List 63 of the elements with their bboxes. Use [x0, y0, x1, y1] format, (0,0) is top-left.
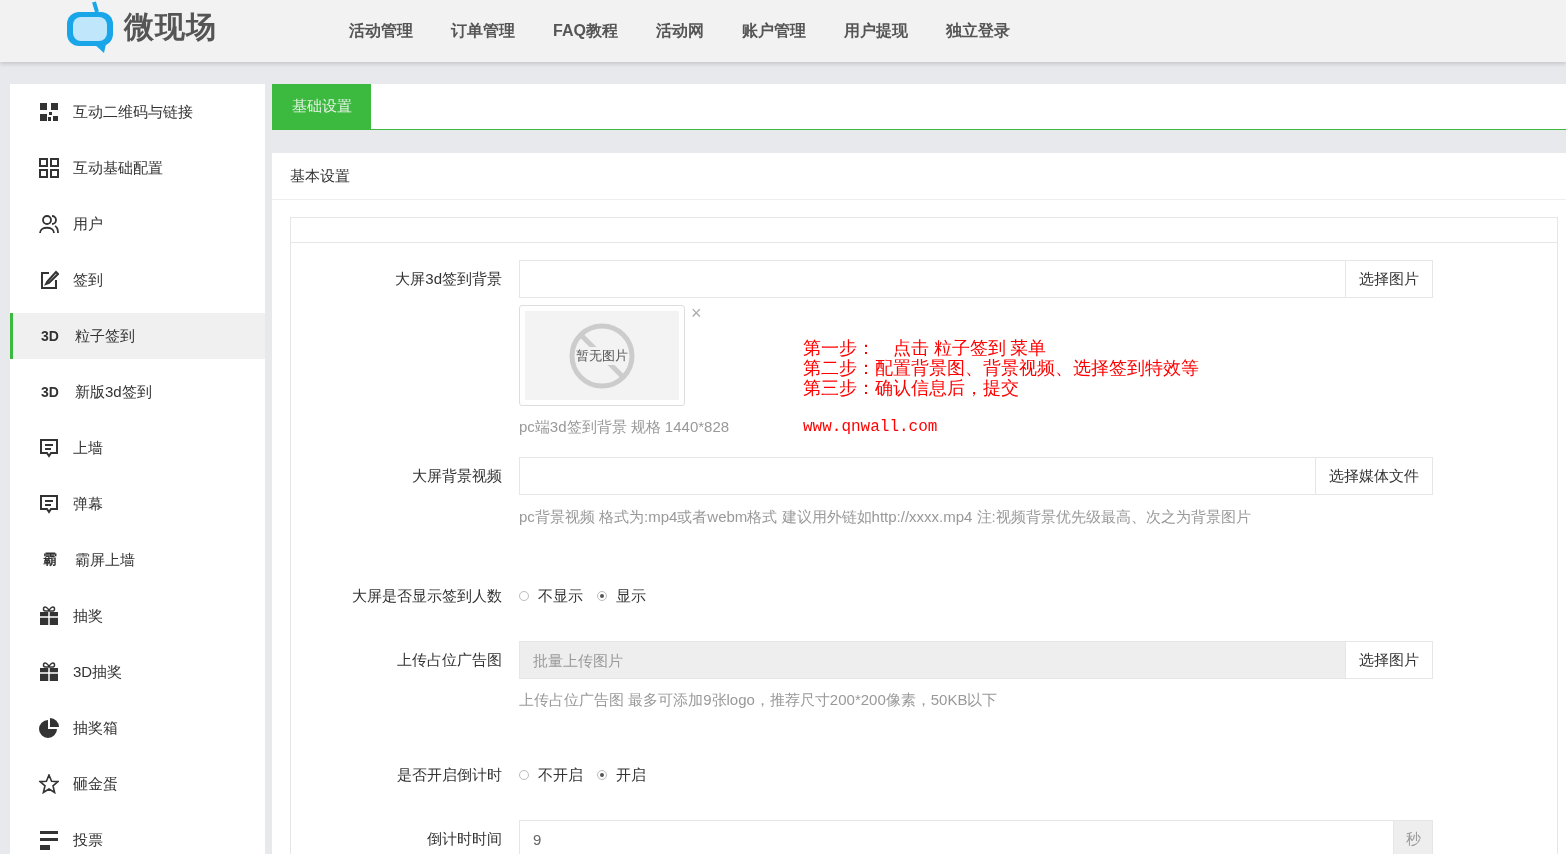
help-text: 上传占位广告图 最多可添加9张logo，推荐尺寸200*200像素，50KB以下 — [519, 691, 999, 710]
icon-glyph: 3D — [40, 328, 60, 344]
sidebar-item[interactable]: 签到 — [10, 252, 265, 308]
radio-label: 不开启 — [538, 765, 583, 785]
sidebar-item[interactable]: 用户 — [10, 196, 265, 252]
sidebar-item[interactable]: 投票 — [10, 812, 265, 854]
edit-icon — [39, 270, 59, 290]
instruction-text: 第二步：配置背景图、背景视频、选择签到特效等 — [803, 358, 1199, 378]
users-icon — [39, 214, 59, 234]
sidebar-item[interactable]: 互动基础配置 — [10, 140, 265, 196]
panel-title: 基本设置 — [272, 153, 1566, 200]
sidebar-item[interactable]: 抽奖箱 — [10, 700, 265, 756]
message-icon — [39, 438, 59, 458]
field-label: 大屏3d签到背景 — [394, 269, 503, 289]
instruction-text: 第三步：确认信息后，提交 — [803, 378, 1020, 398]
field-label: 大屏背景视频 — [411, 466, 503, 486]
logo-text: 微现场 — [124, 8, 217, 45]
gift-icon — [39, 662, 59, 682]
icon-glyph: 霸 — [42, 551, 58, 569]
instruction-text: 第一步： 点击 粒子签到 菜单 — [803, 338, 1047, 358]
message-icon — [39, 494, 59, 514]
nav-link[interactable]: 独立登录 — [945, 20, 1010, 42]
input-field[interactable] — [519, 457, 1316, 495]
nav-link[interactable]: 活动网 — [655, 20, 704, 42]
sidebar-item[interactable]: 3D 新版3d签到 — [10, 364, 265, 420]
unit-label: 秒 — [1394, 820, 1433, 854]
help-text: pc端3d签到背景 规格 1440*828 — [519, 418, 731, 437]
grid-icon — [39, 158, 59, 178]
nav-link[interactable]: 订单管理 — [451, 20, 515, 42]
nav-link[interactable]: 活动管理 — [349, 20, 413, 42]
gift-icon — [39, 606, 59, 626]
sidebar-item[interactable]: 弹幕 — [10, 476, 265, 532]
sidebar-item[interactable]: 3D抽奖 — [10, 644, 265, 700]
number-input[interactable]: 9 — [519, 820, 1394, 854]
sidebar-item[interactable]: 抽奖 — [10, 588, 265, 644]
nav-link[interactable]: FAQ教程 — [553, 20, 618, 42]
star-icon — [39, 774, 59, 794]
sidebar-item[interactable]: 互动二维码与链接 — [10, 84, 265, 140]
sidebar-item[interactable]: 3D 粒子签到 — [10, 313, 265, 359]
field-label: 倒计时时间 — [426, 829, 503, 849]
no-image-icon — [569, 322, 635, 389]
radio-label: 开启 — [616, 765, 646, 785]
radio-label: 不显示 — [538, 586, 583, 606]
sidebar-item[interactable]: 上墙 — [10, 420, 265, 476]
no-image-text: 暂无图片 — [576, 346, 628, 365]
help-text: pc背景视频 格式为:mp4或者webm格式 建议用外链如http://xxxx.mp4 注:视频背景优先级最高、次之为背景图片 — [519, 508, 1252, 527]
bars-icon — [39, 830, 59, 850]
website-url: www.qnwall.com — [803, 418, 939, 436]
input-field[interactable] — [519, 260, 1346, 298]
pie-chart-icon — [39, 718, 59, 738]
nav-link[interactable]: 账户管理 — [741, 20, 806, 42]
icon-glyph: 3D — [40, 384, 60, 400]
nav-link[interactable]: 用户提现 — [843, 20, 908, 42]
select-button[interactable]: 选择图片 — [1346, 260, 1433, 298]
tv-logo-icon — [64, 0, 116, 54]
field-label: 大屏是否显示签到人数 — [351, 586, 503, 606]
sidebar-item[interactable]: 霸 霸屏上墙 — [10, 532, 265, 588]
field-label: 上传占位广告图 — [396, 650, 503, 670]
field-label: 是否开启倒计时 — [396, 765, 503, 785]
select-button[interactable]: 选择媒体文件 — [1316, 457, 1433, 495]
radio-label: 显示 — [616, 586, 646, 606]
sidebar-item[interactable]: 砸金蛋 — [10, 756, 265, 812]
qr-code-icon — [39, 102, 59, 122]
